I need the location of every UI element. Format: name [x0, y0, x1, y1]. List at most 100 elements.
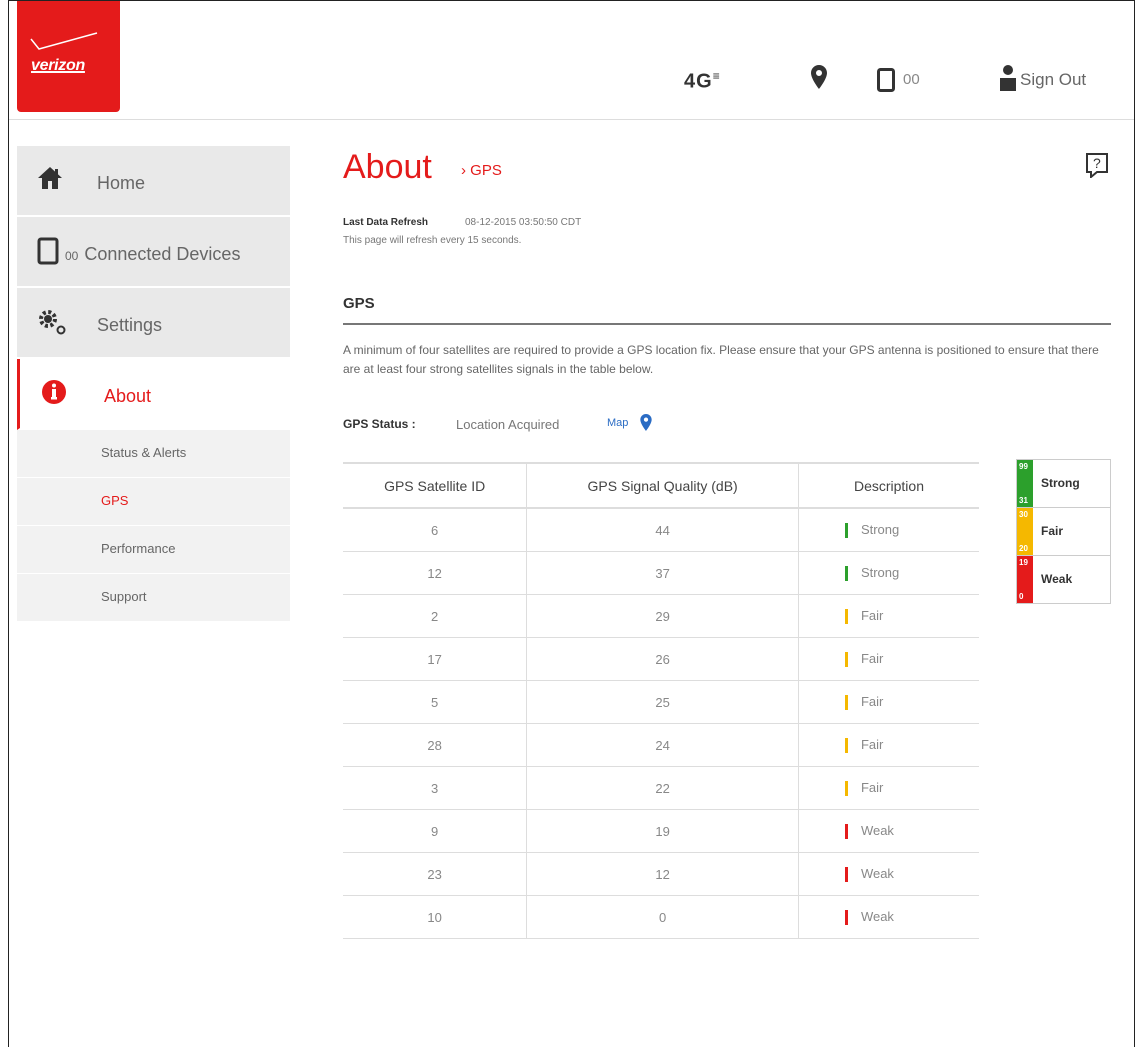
location-icon[interactable]: [811, 65, 827, 94]
submenu-item-label: GPS: [101, 493, 129, 508]
legend-low: 0: [1019, 592, 1024, 601]
description-text: Weak: [860, 822, 894, 838]
phone-icon: [37, 237, 59, 270]
description-cell: Weak: [797, 852, 979, 896]
signal-quality-cell: 0: [526, 895, 799, 939]
sign-out-link[interactable]: Sign Out: [1020, 70, 1086, 90]
help-icon[interactable]: ?: [1085, 152, 1109, 183]
signal-bar-icon: [844, 609, 848, 625]
sidebar-item-about[interactable]: About: [17, 359, 290, 430]
description-cell: Weak: [797, 895, 979, 939]
network-bars: ≡: [712, 69, 721, 83]
map-link[interactable]: Map: [607, 417, 628, 429]
signal-quality-cell: 24: [526, 723, 799, 767]
legend-swatch: 30 20: [1017, 508, 1033, 555]
legend-swatch: 19 0: [1017, 556, 1033, 603]
logo-text: verizon: [31, 57, 85, 74]
description-text: Weak: [860, 908, 894, 924]
table-row: 28 24 Fair: [343, 723, 979, 767]
satellite-id-cell: 10: [343, 895, 527, 939]
legend-low: 31: [1019, 496, 1028, 505]
legend-high: 19: [1019, 558, 1028, 567]
column-header-satellite-id: GPS Satellite ID: [343, 462, 527, 509]
table-row: 10 0 Weak: [343, 895, 979, 939]
about-submenu: Status & Alerts GPS Performance Support: [17, 430, 290, 622]
svg-text:?: ?: [1093, 155, 1101, 171]
legend-high: 30: [1019, 510, 1028, 519]
gps-status-value: Location Acquired: [456, 417, 560, 432]
sidebar-item-label: 00 Connected Devices: [65, 244, 240, 265]
signal-quality-cell: 37: [526, 551, 799, 595]
sidebar-item-label: Home: [97, 173, 146, 193]
signal-bar-icon: [844, 738, 848, 754]
legend-label: Fair: [1041, 524, 1064, 538]
sidebar-item-connected-devices[interactable]: 00 Connected Devices: [17, 217, 290, 288]
sidebar-item-home[interactable]: Home: [17, 146, 290, 217]
satellite-id-cell: 9: [343, 809, 527, 853]
legend-row-fair: 30 20 Fair: [1017, 508, 1110, 556]
description-cell: Weak: [797, 809, 979, 853]
legend-label: Weak: [1041, 572, 1073, 586]
satellite-id-cell: 2: [343, 594, 527, 638]
sidebar: Home 00 Connected Devices Settings About …: [17, 146, 290, 622]
device-icon[interactable]: [877, 68, 895, 97]
submenu-item-label: Support: [101, 589, 147, 604]
description-cell: Fair: [797, 766, 979, 810]
column-header-signal-quality: GPS Signal Quality (dB): [526, 462, 799, 509]
home-icon: [37, 166, 63, 195]
sidebar-item-label: Settings: [97, 315, 163, 335]
sidebar-item-settings[interactable]: Settings: [17, 288, 290, 359]
description-cell: Fair: [797, 723, 979, 767]
gps-satellite-table: GPS Satellite ID GPS Signal Quality (dB)…: [343, 462, 979, 939]
description-cell: Strong: [797, 508, 979, 552]
section-divider: [343, 323, 1111, 325]
signal-quality-cell: 25: [526, 680, 799, 724]
satellite-id-cell: 3: [343, 766, 527, 810]
submenu-item-gps[interactable]: GPS: [17, 478, 290, 526]
legend-low: 20: [1019, 544, 1028, 553]
signal-quality-cell: 29: [526, 594, 799, 638]
column-header-description: Description: [797, 462, 979, 509]
legend-row-strong: 99 31 Strong: [1017, 460, 1110, 508]
signal-quality-cell: 26: [526, 637, 799, 681]
table-row: 2 29 Fair: [343, 594, 979, 638]
map-pin-icon[interactable]: [640, 414, 652, 436]
description-text: Fair: [860, 607, 884, 623]
page-title: About: [343, 148, 432, 186]
legend-label: Strong: [1041, 476, 1080, 490]
table-row: 17 26 Fair: [343, 637, 979, 681]
submenu-item-support[interactable]: Support: [17, 574, 290, 622]
table-row: 23 12 Weak: [343, 852, 979, 896]
verizon-logo[interactable]: verizon: [17, 1, 120, 112]
satellite-id-cell: 23: [343, 852, 527, 896]
description-cell: Fair: [797, 594, 979, 638]
signal-legend: 99 31 Strong 30 20 Fair 19 0 Weak: [1016, 459, 1111, 604]
submenu-item-status-alerts[interactable]: Status & Alerts: [17, 430, 290, 478]
breadcrumb: › GPS: [461, 162, 502, 179]
gps-description: A minimum of four satellites are require…: [343, 343, 1099, 376]
user-icon[interactable]: [999, 64, 1017, 97]
description-text: Fair: [860, 736, 884, 752]
satellite-id-cell: 28: [343, 723, 527, 767]
signal-bar-icon: [844, 781, 848, 797]
description-cell: Strong: [797, 551, 979, 595]
signal-bar-icon: [844, 824, 848, 840]
signal-quality-cell: 12: [526, 852, 799, 896]
table-row: 12 37 Strong: [343, 551, 979, 595]
section-title: GPS: [343, 295, 375, 312]
legend-high: 99: [1019, 462, 1028, 471]
signal-quality-cell: 22: [526, 766, 799, 810]
submenu-item-performance[interactable]: Performance: [17, 526, 290, 574]
signal-quality-cell: 44: [526, 508, 799, 552]
table-header-row: GPS Satellite ID GPS Signal Quality (dB)…: [343, 462, 979, 509]
sidebar-item-text: Connected Devices: [84, 244, 241, 264]
table-row: 9 19 Weak: [343, 809, 979, 853]
signal-bar-icon: [844, 695, 848, 711]
description-text: Fair: [860, 650, 884, 666]
table-row: 5 25 Fair: [343, 680, 979, 724]
network-indicator: 4G≡: [684, 69, 721, 94]
refresh-note: This page will refresh every 15 seconds.: [343, 235, 522, 246]
signal-bar-icon: [844, 566, 848, 582]
gps-status-label: GPS Status :: [343, 417, 416, 431]
gear-icon: [37, 308, 67, 341]
